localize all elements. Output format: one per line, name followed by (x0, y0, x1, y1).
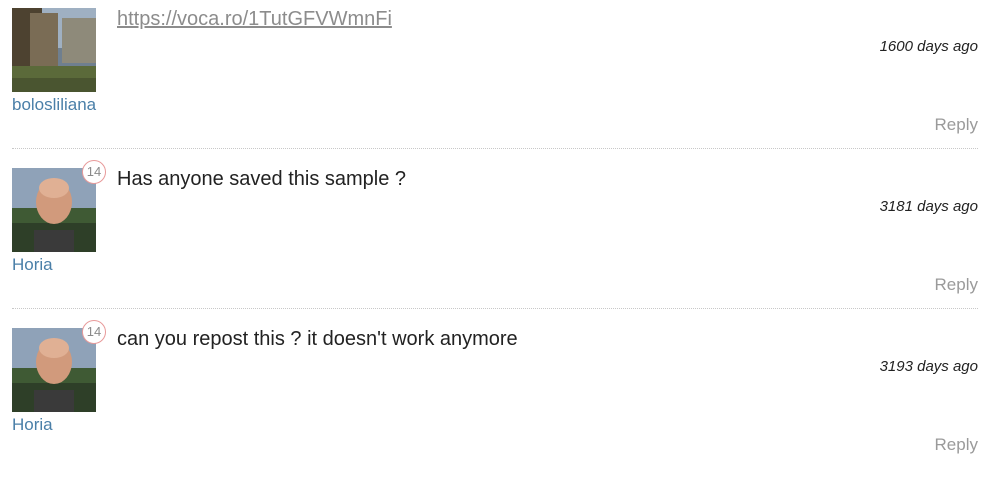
avatar[interactable]: 14 (12, 160, 106, 252)
divider (12, 308, 978, 309)
comment-text: Has anyone saved this sample ? (117, 168, 407, 190)
reply-button[interactable]: Reply (935, 115, 978, 135)
comment: 14 Horia Has anyone saved this sample ? … (0, 160, 988, 320)
comment-time-ago: 3181 days ago (879, 198, 978, 215)
comment-link[interactable]: https://voca.ro/1TutGFVWmnFi (117, 8, 392, 31)
username-link[interactable]: Horia (12, 415, 53, 435)
comment-time-ago: 1600 days ago (879, 38, 978, 55)
user-avatar-image (12, 168, 96, 252)
avatar[interactable] (12, 8, 96, 92)
divider (12, 148, 978, 149)
comment: bolosliliana https://voca.ro/1TutGFVWmnF… (0, 0, 988, 160)
avatar[interactable]: 14 (12, 320, 106, 412)
username-link[interactable]: bolosliliana (12, 95, 96, 115)
rank-badge: 14 (82, 160, 106, 184)
reply-button[interactable]: Reply (935, 435, 978, 455)
reply-button[interactable]: Reply (935, 275, 978, 295)
comment: 14 Horia can you repost this ? it doesn'… (0, 320, 988, 480)
comment-text: can you repost this ? it doesn't work an… (117, 328, 518, 350)
username-link[interactable]: Horia (12, 255, 53, 275)
comment-time-ago: 3193 days ago (879, 358, 978, 375)
rank-badge: 14 (82, 320, 106, 344)
user-avatar-image (12, 328, 96, 412)
user-avatar-image (12, 8, 96, 92)
